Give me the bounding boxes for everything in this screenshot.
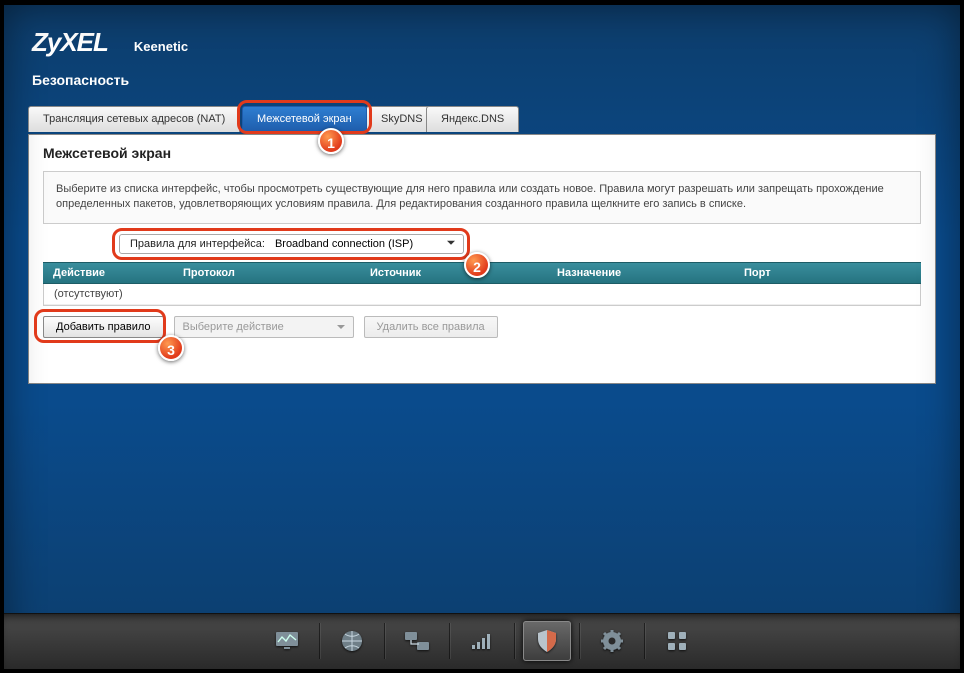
chevron-down-icon xyxy=(337,325,345,333)
nav-divider xyxy=(579,623,580,659)
panel-info: Выберите из списка интерфейс, чтобы прос… xyxy=(43,171,921,225)
router-admin-frame: ZyXEL Keenetic Безопасность Трансляция с… xyxy=(2,3,962,671)
nav-network[interactable] xyxy=(393,621,441,661)
brand: ZyXEL Keenetic xyxy=(32,27,932,58)
logo: ZyXEL xyxy=(32,27,108,58)
delete-all-button[interactable]: Удалить все правила xyxy=(364,316,498,338)
header: ZyXEL Keenetic Безопасность xyxy=(4,5,960,94)
interface-selector[interactable]: Правила для интерфейса: Broadband connec… xyxy=(119,234,464,254)
nav-security[interactable] xyxy=(523,621,571,661)
interface-selector-label: Правила для интерфейса: xyxy=(130,238,265,250)
panel-title: Межсетевой экран xyxy=(29,135,935,163)
rules-table-header: Действие Протокол Источник Назначение По… xyxy=(43,262,921,284)
col-action: Действие xyxy=(43,263,173,283)
bulk-action-placeholder: Выберите действие xyxy=(183,317,284,337)
nav-wifi[interactable] xyxy=(458,621,506,661)
col-destination: Назначение xyxy=(547,263,734,283)
bulk-action-select[interactable]: Выберите действие xyxy=(174,316,354,338)
bottom-nav xyxy=(4,613,960,669)
interface-selector-row: Правила для интерфейса: Broadband connec… xyxy=(119,234,935,254)
breadcrumb: Безопасность xyxy=(32,72,932,88)
add-rule-button[interactable]: Добавить правило xyxy=(43,316,164,338)
nav-divider xyxy=(514,623,515,659)
col-source: Источник xyxy=(360,263,547,283)
nav-settings[interactable] xyxy=(588,621,636,661)
nav-apps[interactable] xyxy=(653,621,701,661)
nav-divider xyxy=(449,623,450,659)
col-port: Порт xyxy=(734,263,921,283)
tab-yandexdns[interactable]: Яндекс.DNS xyxy=(426,106,519,132)
interface-selector-value: Broadband connection (ISP) xyxy=(275,238,413,250)
actions-row: Добавить правило Выберите действие Удали… xyxy=(43,316,921,338)
nav-divider xyxy=(644,623,645,659)
nav-internet[interactable] xyxy=(328,621,376,661)
rules-empty-row: (отсутствуют) xyxy=(44,284,920,305)
nav-monitor[interactable] xyxy=(263,621,311,661)
firewall-panel: Межсетевой экран Выберите из списка инте… xyxy=(28,134,936,384)
annotation-3-badge: 3 xyxy=(158,335,184,361)
chevron-down-icon xyxy=(447,241,455,249)
model: Keenetic xyxy=(134,39,188,54)
tab-nat[interactable]: Трансляция сетевых адресов (NAT) xyxy=(28,106,240,132)
nav-divider xyxy=(384,623,385,659)
tabs: Трансляция сетевых адресов (NAT) Межсете… xyxy=(28,106,936,134)
nav-divider xyxy=(319,623,320,659)
tab-firewall[interactable]: Межсетевой экран xyxy=(242,106,367,132)
rules-table-body: (отсутствуют) xyxy=(43,284,921,306)
col-protocol: Протокол xyxy=(173,263,360,283)
